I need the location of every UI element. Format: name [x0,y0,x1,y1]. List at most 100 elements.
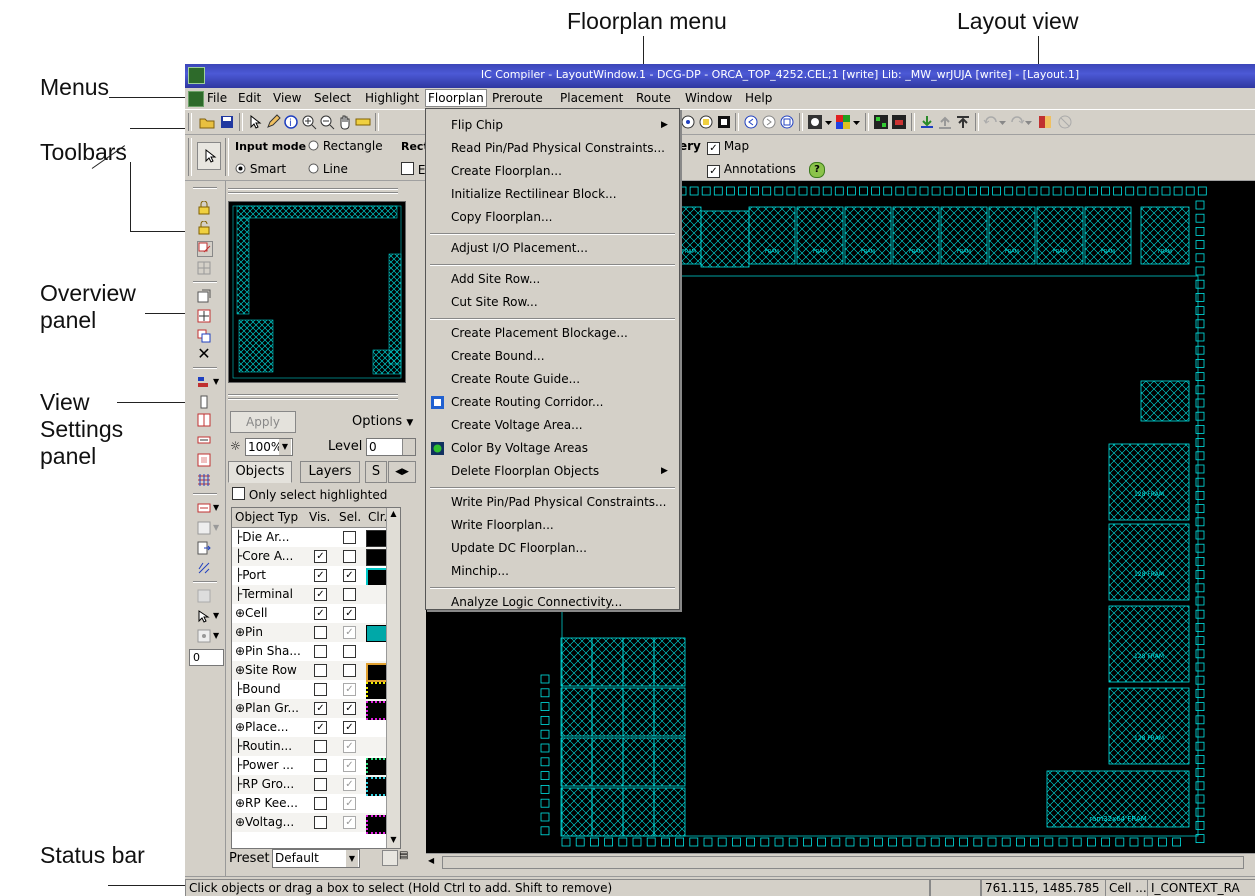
preset-select[interactable]: Default ▼ [272,849,360,868]
macro-label[interactable]: FRAM [1158,249,1172,255]
zoom-in-icon[interactable] [301,114,317,130]
row-selectable-checkbox[interactable] [343,531,356,544]
ruler-icon[interactable] [355,114,371,130]
row-selectable-checkbox[interactable]: ✓ [343,702,356,715]
io-pad[interactable] [646,837,656,847]
std-cell-macro[interactable] [560,737,593,787]
io-pad[interactable] [725,186,735,196]
std-cell-macro[interactable] [591,737,624,787]
color-map-dropdown-icon[interactable] [853,114,861,130]
io-pad[interactable] [540,812,550,822]
row-selectable-checkbox[interactable] [343,664,356,677]
ram-macro[interactable] [892,206,940,265]
io-pad[interactable] [1195,398,1205,408]
layout-horizontal-scrollbar[interactable]: ◀ [426,853,1255,870]
stop-icon[interactable] [1057,114,1073,130]
io-pad[interactable] [1195,293,1205,302]
io-pad[interactable] [1040,186,1050,196]
io-pad[interactable] [871,186,881,196]
io-pad[interactable] [561,837,571,847]
io-pad[interactable] [1087,837,1096,847]
io-pad[interactable] [1172,837,1181,847]
io-pad[interactable] [1195,451,1205,461]
io-pad[interactable] [1195,702,1205,711]
menu-placement[interactable]: Placement [558,90,625,106]
col-clr[interactable]: Clr. [368,510,387,524]
row-selectable-checkbox[interactable] [343,645,356,658]
row-selectable-checkbox[interactable]: ✓ [343,797,356,810]
floorplan-menu-item[interactable]: Create Bound... [426,346,679,368]
io-pad[interactable] [888,837,898,847]
io-pad[interactable] [1173,186,1183,196]
ram-macro[interactable] [1108,605,1190,683]
std-cell-macro[interactable] [560,637,593,687]
save-preset-icon[interactable] [382,850,398,866]
io-pad[interactable] [980,186,989,196]
net-icon[interactable] [197,501,211,515]
io-pad[interactable] [1161,186,1171,196]
io-pad[interactable] [762,186,772,196]
tool-value-input[interactable]: 0 [189,649,224,666]
io-pad[interactable] [1195,490,1205,500]
export-icon[interactable] [197,541,211,555]
ram-macro[interactable] [676,206,702,265]
properties-icon[interactable] [197,289,211,303]
io-pad[interactable] [774,837,784,847]
io-pad[interactable] [1195,622,1205,632]
row-selectable-checkbox[interactable]: ✓ [343,721,356,734]
io-pad[interactable] [774,186,784,196]
row-visible-checkbox[interactable] [314,664,327,677]
ram-macro[interactable] [988,206,1036,265]
ram-macro[interactable] [1036,206,1084,265]
io-pad[interactable] [846,186,856,196]
io-pad[interactable] [1016,186,1026,196]
io-pad[interactable] [1195,715,1205,725]
macro-label[interactable]: 128 FRAM [1134,735,1164,742]
flylines-icon[interactable] [197,561,211,575]
table-row[interactable]: ⊕Cell ✓ ✓ [232,604,400,623]
color-map-icon[interactable] [835,114,851,130]
io-pad[interactable] [1115,837,1125,847]
level-spin-buttons[interactable] [402,439,415,455]
table-row[interactable]: ├Routin... ✓ [232,737,400,756]
row-selectable-checkbox[interactable]: ✓ [343,816,356,829]
io-pad[interactable] [713,186,723,196]
io-pad[interactable] [1195,807,1205,817]
align-dropdown-icon[interactable]: ▼ [213,377,219,386]
menu-file[interactable]: File [205,90,229,106]
table-row[interactable]: ⊕Place... ✓ ✓ [232,718,400,737]
table-row[interactable]: ⊕Voltag... ✓ [232,813,400,834]
select-mode-button[interactable] [197,142,221,170]
zoom-next-icon[interactable] [761,114,777,130]
floorplan-menu-item[interactable]: Update DC Floorplan... [426,538,679,560]
io-pad[interactable] [1195,741,1205,751]
io-pad[interactable] [1028,186,1038,196]
io-pad[interactable] [1195,755,1205,764]
macro-label[interactable]: 128 FRAM [1134,653,1164,660]
io-pad[interactable] [1195,675,1205,685]
zoom-percent-select[interactable]: 100% ▼ [245,438,293,456]
table-row[interactable]: ├Bound ✓ [232,680,400,701]
menu-select[interactable]: Select [312,90,353,106]
io-pad[interactable] [1195,543,1205,553]
floorplan-menu-item[interactable]: Add Site Row... [426,269,679,291]
zoom-fit-icon[interactable] [680,114,696,130]
floorplan-menu-item[interactable]: Create Route Guide... [426,369,679,391]
unlock-icon[interactable] [197,220,211,235]
io-pad[interactable] [788,837,798,847]
row-visible-checkbox[interactable] [314,816,327,829]
scroll-left-icon[interactable]: ◀ [428,856,438,868]
table-row[interactable]: ⊕Site Row [232,661,400,682]
pin-edit-icon[interactable] [197,609,211,623]
io-pad[interactable] [1195,821,1205,830]
table-row[interactable]: ⊕Pin ✓ [232,623,400,642]
macro-label[interactable]: 128 FRAM [1134,491,1164,498]
io-pad[interactable] [1195,438,1205,448]
info-icon[interactable]: i [283,114,299,130]
io-pad[interactable] [1195,662,1205,672]
tab-objects[interactable]: Objects [228,461,292,483]
floorplan-menu-item[interactable]: Flip Chip ▶ [426,115,679,137]
apply-button[interactable]: Apply [230,411,296,433]
io-pad[interactable] [540,785,550,794]
col-vis[interactable]: Vis. [309,510,330,524]
